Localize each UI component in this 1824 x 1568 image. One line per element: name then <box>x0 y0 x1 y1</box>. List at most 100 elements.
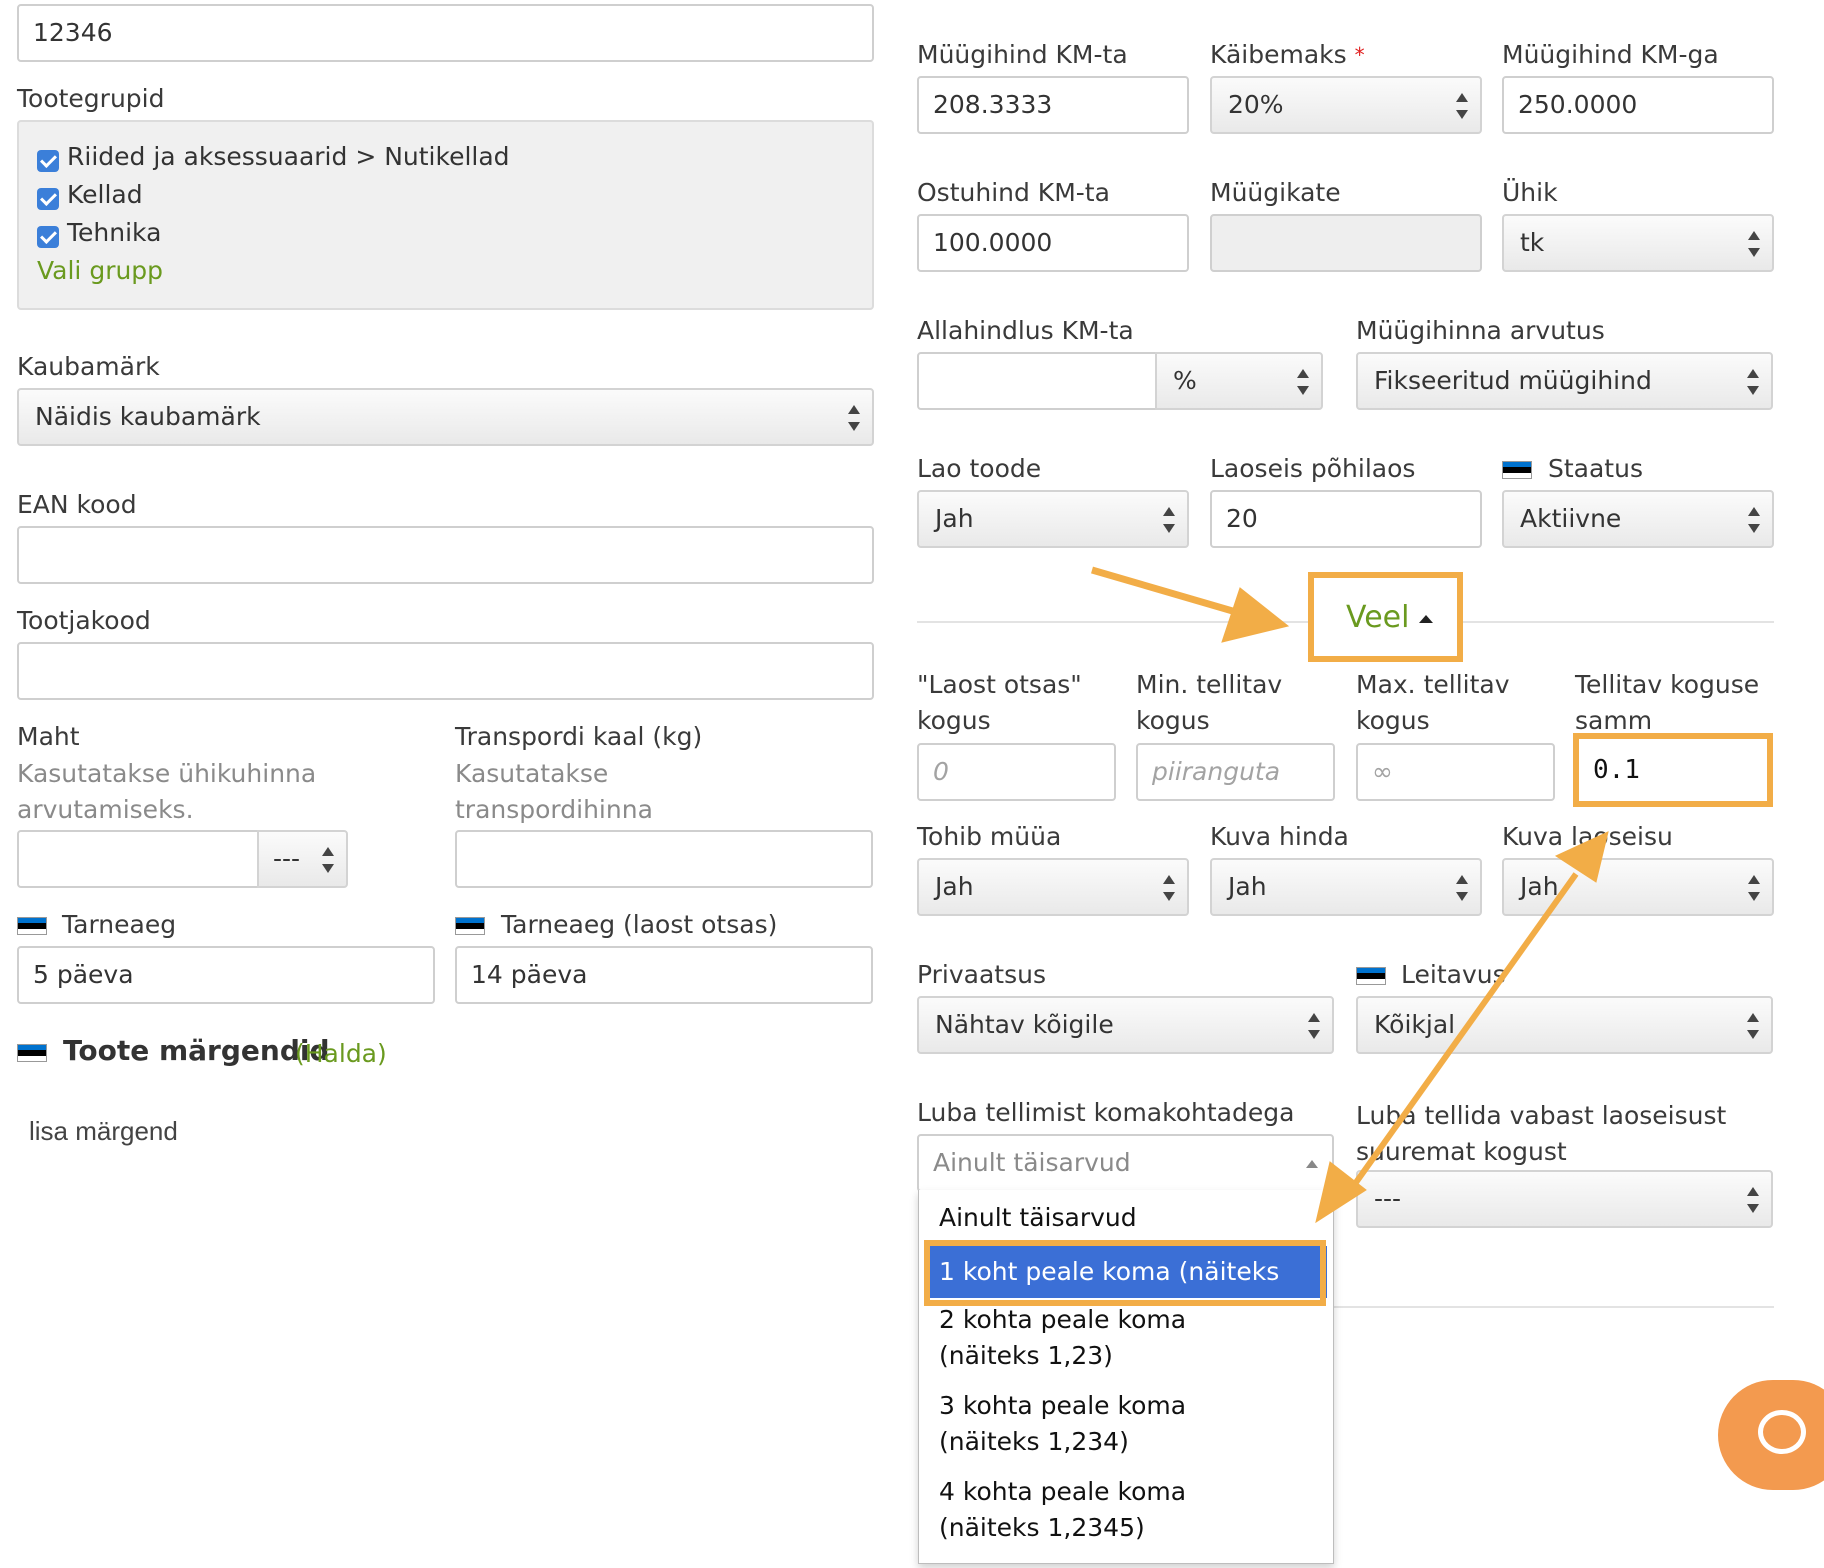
caret-up-icon <box>1419 614 1434 623</box>
privacy-value: Nähtav kõigile <box>935 1010 1114 1039</box>
oos-qty-label-line2: kogus <box>917 706 991 735</box>
sale-price-excl-input[interactable]: 208.3333 <box>917 76 1189 134</box>
purchase-price-input[interactable]: 100.0000 <box>917 214 1189 272</box>
price-calc-value: Fikseeritud müügihind <box>1374 366 1652 395</box>
group-item: Riided ja aksessuaarid > Nutikellad <box>67 142 510 171</box>
brand-label: Kaubamärk <box>17 352 160 381</box>
step-label: Tellitav koguse <box>1575 670 1760 699</box>
can-sell-value: Jah <box>935 872 974 901</box>
chat-button[interactable] <box>1718 1380 1824 1490</box>
vat-label: Käibemaks * <box>1210 40 1365 70</box>
stock-product-value: Jah <box>935 504 974 533</box>
stock-main-label: Laoseis põhilaos <box>1210 454 1416 483</box>
sale-price-incl-label: Müügihind KM-ga <box>1502 40 1719 69</box>
dropdown-option[interactable]: 3 kohta peale koma (näiteks 1,234) <box>919 1388 1259 1460</box>
can-sell-label: Tohib müüa <box>917 822 1062 851</box>
discount-type-select[interactable]: % <box>1155 352 1323 410</box>
free-stock-value: --- <box>1374 1184 1402 1213</box>
min-order-input[interactable]: piiranguta <box>1136 743 1335 801</box>
stock-product-label: Lao toode <box>917 454 1042 483</box>
ean-label: EAN kood <box>17 490 137 519</box>
volume-unit-value: --- <box>273 844 301 873</box>
checkbox-checked-icon[interactable] <box>37 150 59 172</box>
unit-value: tk <box>1520 228 1545 257</box>
discount-input[interactable] <box>917 352 1157 410</box>
price-calc-label: Müügihinna arvutus <box>1356 316 1605 345</box>
decimal-order-select[interactable]: Ainult täisarvud <box>917 1134 1334 1192</box>
checkbox-checked-icon[interactable] <box>37 188 59 210</box>
group-item: Tehnika <box>67 218 162 247</box>
unit-select[interactable]: tk <box>1502 214 1774 272</box>
delivery-time-input[interactable]: 5 päeva <box>17 946 435 1004</box>
max-order-input[interactable]: ∞ <box>1356 743 1555 801</box>
show-price-select[interactable]: Jah <box>1210 858 1482 916</box>
transport-weight-input[interactable] <box>455 830 873 888</box>
add-tag-button[interactable]: lisa märgend <box>29 1116 178 1146</box>
findability-select[interactable]: Kõikjal <box>1356 996 1773 1054</box>
margin-input <box>1210 214 1482 272</box>
purchase-price-label: Ostuhind KM-ta <box>917 178 1110 207</box>
show-stock-select[interactable]: Jah <box>1502 858 1774 916</box>
estonian-flag-icon <box>17 1044 47 1062</box>
estonian-flag-icon <box>1356 967 1386 985</box>
ean-input[interactable] <box>17 526 874 584</box>
delivery-time-oos-label: Tarneaeg (laost otsas) <box>501 910 778 939</box>
step-input[interactable]: 0.1 <box>1579 739 1767 801</box>
select-arrows-icon <box>1747 369 1759 395</box>
free-stock-select[interactable]: --- <box>1356 1170 1773 1228</box>
show-price-value: Jah <box>1228 872 1267 901</box>
estonian-flag-icon <box>455 917 485 935</box>
status-value: Aktiivne <box>1520 504 1622 533</box>
select-arrows-icon <box>1747 1013 1759 1039</box>
volume-label: Maht <box>17 722 80 751</box>
stock-main-input[interactable]: 20 <box>1210 490 1482 548</box>
select-arrows-icon <box>1747 1187 1759 1213</box>
select-arrows-icon <box>1748 231 1760 257</box>
required-mark: * <box>1354 43 1365 67</box>
more-toggle[interactable]: Veel <box>1346 600 1434 636</box>
dropdown-option[interactable]: 4 kohta peale koma (näiteks 1,2345) <box>919 1474 1259 1546</box>
show-stock-value: Jah <box>1520 872 1559 901</box>
choose-group-link[interactable]: Vali grupp <box>37 256 163 286</box>
decimal-order-label: Luba tellimist komakohtadega <box>917 1098 1295 1127</box>
delivery-time-label: Tarneaeg <box>62 910 177 939</box>
sale-price-excl-label: Müügihind KM-ta <box>917 40 1128 69</box>
brand-select[interactable]: Näidis kaubamärk <box>17 388 874 446</box>
top-field[interactable]: 12346 <box>17 4 874 62</box>
status-label: Staatus <box>1548 454 1643 483</box>
dropdown-option[interactable]: Ainult täisarvud <box>919 1200 1333 1236</box>
oos-qty-input[interactable]: 0 <box>917 743 1116 801</box>
margin-label: Müügikate <box>1210 178 1341 207</box>
discount-label: Allahindlus KM-ta <box>917 316 1134 345</box>
dropdown-option[interactable]: 2 kohta peale koma (näiteks 1,23) <box>919 1302 1259 1374</box>
select-arrows-icon <box>1456 93 1468 119</box>
selected-option-highlight <box>924 1240 1326 1306</box>
select-arrows-icon <box>1748 507 1760 533</box>
stock-product-select[interactable]: Jah <box>917 490 1189 548</box>
select-arrows-icon <box>1308 1013 1320 1039</box>
brand-value: Näidis kaubamärk <box>35 402 261 431</box>
privacy-select[interactable]: Nähtav kõigile <box>917 996 1334 1054</box>
status-select[interactable]: Aktiivne <box>1502 490 1774 548</box>
can-sell-select[interactable]: Jah <box>917 858 1189 916</box>
max-order-label: Max. tellitav <box>1356 670 1510 699</box>
min-order-label: Min. tellitav <box>1136 670 1283 699</box>
more-toggle-label: Veel <box>1346 600 1410 635</box>
manufacturer-code-input[interactable] <box>17 642 874 700</box>
price-calc-select[interactable]: Fikseeritud müügihind <box>1356 352 1773 410</box>
checkbox-checked-icon[interactable] <box>37 226 59 248</box>
vat-label-text: Käibemaks <box>1210 40 1347 69</box>
show-stock-label: Kuva laoseisu <box>1502 822 1673 851</box>
select-arrows-icon <box>1456 875 1468 901</box>
select-arrows-icon <box>1748 875 1760 901</box>
transport-weight-label: Transpordi kaal (kg) <box>455 722 703 751</box>
delivery-time-oos-input[interactable]: 14 päeva <box>455 946 873 1004</box>
vat-select[interactable]: 20% <box>1210 76 1482 134</box>
sale-price-incl-input[interactable]: 250.0000 <box>1502 76 1774 134</box>
select-arrows-icon <box>1163 507 1175 533</box>
tags-manage-link[interactable]: (Halda) <box>295 1039 387 1069</box>
tags-title: Toote märgendid <box>63 1034 330 1067</box>
caret-up-icon <box>1306 1160 1318 1168</box>
volume-input[interactable] <box>17 830 259 888</box>
volume-unit-select[interactable]: --- <box>257 830 348 888</box>
